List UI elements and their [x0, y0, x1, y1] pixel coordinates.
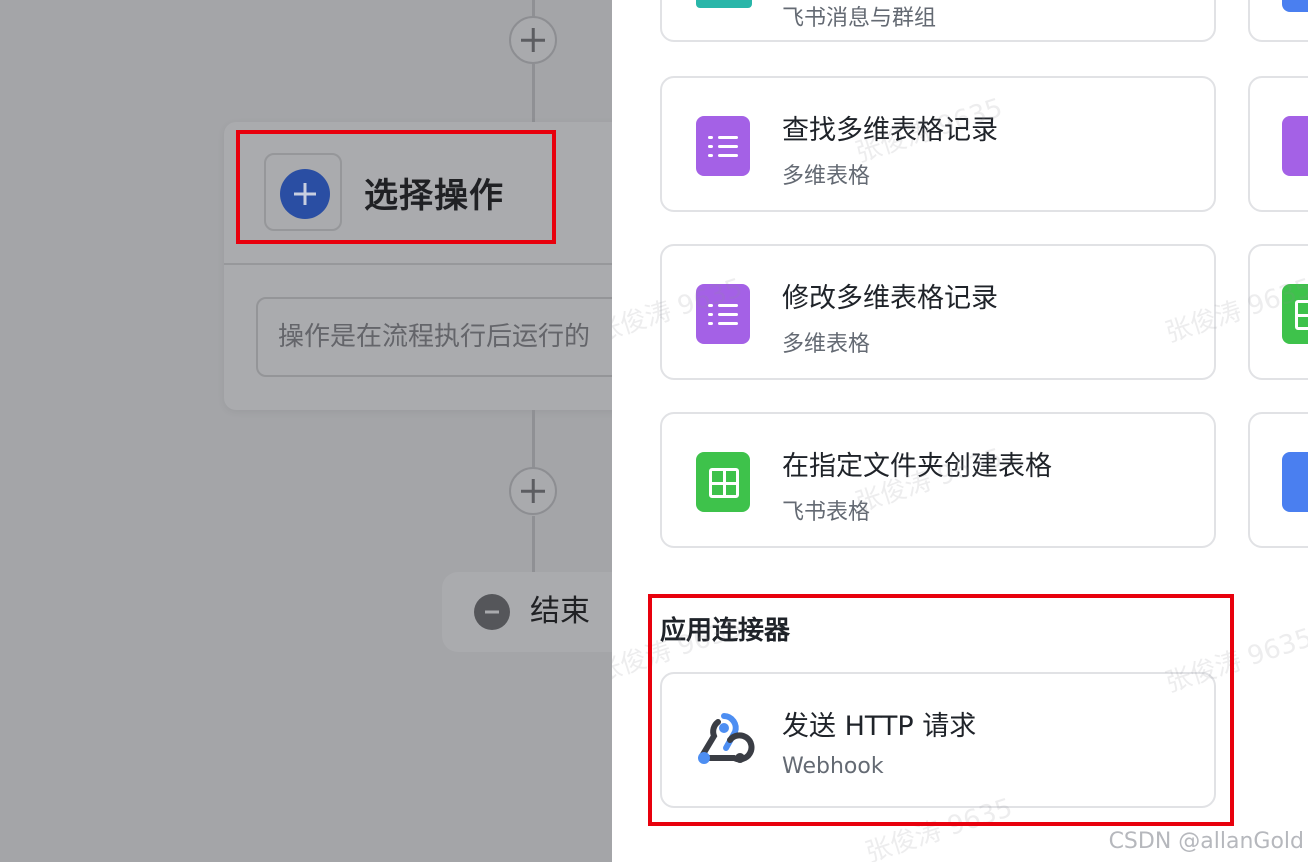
action-tile-messages[interactable]: 飞书消息与群组	[660, 0, 1216, 42]
action-tile-update-records[interactable]: 修改多维表格记录 多维表格	[660, 244, 1216, 380]
tile-subtitle: 飞书消息与群组	[782, 6, 937, 31]
action-tile-http-request[interactable]: 发送 HTTP 请求 Webhook	[660, 672, 1216, 808]
end-node[interactable]: 结束	[442, 572, 612, 652]
card-divider	[224, 263, 612, 265]
tile-title: 在指定文件夹创建表格	[782, 451, 1052, 482]
tile-subtitle: 飞书表格	[782, 500, 871, 525]
action-tile-edge[interactable]	[1248, 412, 1308, 548]
add-step-button[interactable]	[509, 16, 557, 64]
action-picker-panel: 飞书消息与群组 查找多维表格记录 多维表格 修改多维表格记录 多维表格 在指定文…	[612, 0, 1308, 862]
end-node-label: 结束	[530, 594, 590, 629]
action-node-card[interactable]: 选择操作 操作是在流程执行后运行的	[224, 122, 612, 410]
webhook-icon	[698, 713, 755, 764]
action-node-title[interactable]: 选择操作	[364, 168, 504, 217]
action-icon-box	[264, 153, 342, 231]
action-tile-edge[interactable]	[1248, 244, 1308, 380]
doc-icon	[1282, 452, 1308, 512]
tile-title: 修改多维表格记录	[782, 283, 998, 314]
section-heading-connectors: 应用连接器	[660, 616, 791, 646]
tile-subtitle: 多维表格	[782, 332, 871, 357]
add-step-button[interactable]	[509, 467, 557, 515]
bitable-icon	[1282, 116, 1308, 176]
action-tile-edge[interactable]	[1248, 0, 1308, 42]
action-description-input[interactable]: 操作是在流程执行后运行的	[256, 297, 612, 377]
credit-text: CSDN @allanGold	[1108, 829, 1304, 854]
tile-title: 发送 HTTP 请求	[782, 711, 977, 742]
flow-connector-line	[532, 410, 535, 468]
tile-title: 查找多维表格记录	[782, 115, 998, 146]
flow-canvas: 选择操作 操作是在流程执行后运行的 结束	[0, 0, 612, 862]
tile-subtitle: Webhook	[782, 754, 884, 779]
action-tile-edge[interactable]	[1248, 76, 1308, 212]
sheet-grid-icon	[1282, 284, 1308, 344]
action-tile-find-records[interactable]: 查找多维表格记录 多维表格	[660, 76, 1216, 212]
bitable-icon	[696, 284, 750, 344]
tile-subtitle: 多维表格	[782, 164, 871, 189]
doc-icon	[1282, 0, 1308, 12]
sheet-grid-icon	[696, 452, 750, 512]
flow-connector-line	[532, 64, 535, 124]
flow-connector-line	[532, 516, 535, 572]
message-group-icon	[696, 0, 752, 8]
action-tile-create-sheet[interactable]: 在指定文件夹创建表格 飞书表格	[660, 412, 1216, 548]
plus-circle-icon	[280, 169, 330, 219]
minus-circle-icon	[474, 594, 510, 630]
bitable-icon	[696, 116, 750, 176]
